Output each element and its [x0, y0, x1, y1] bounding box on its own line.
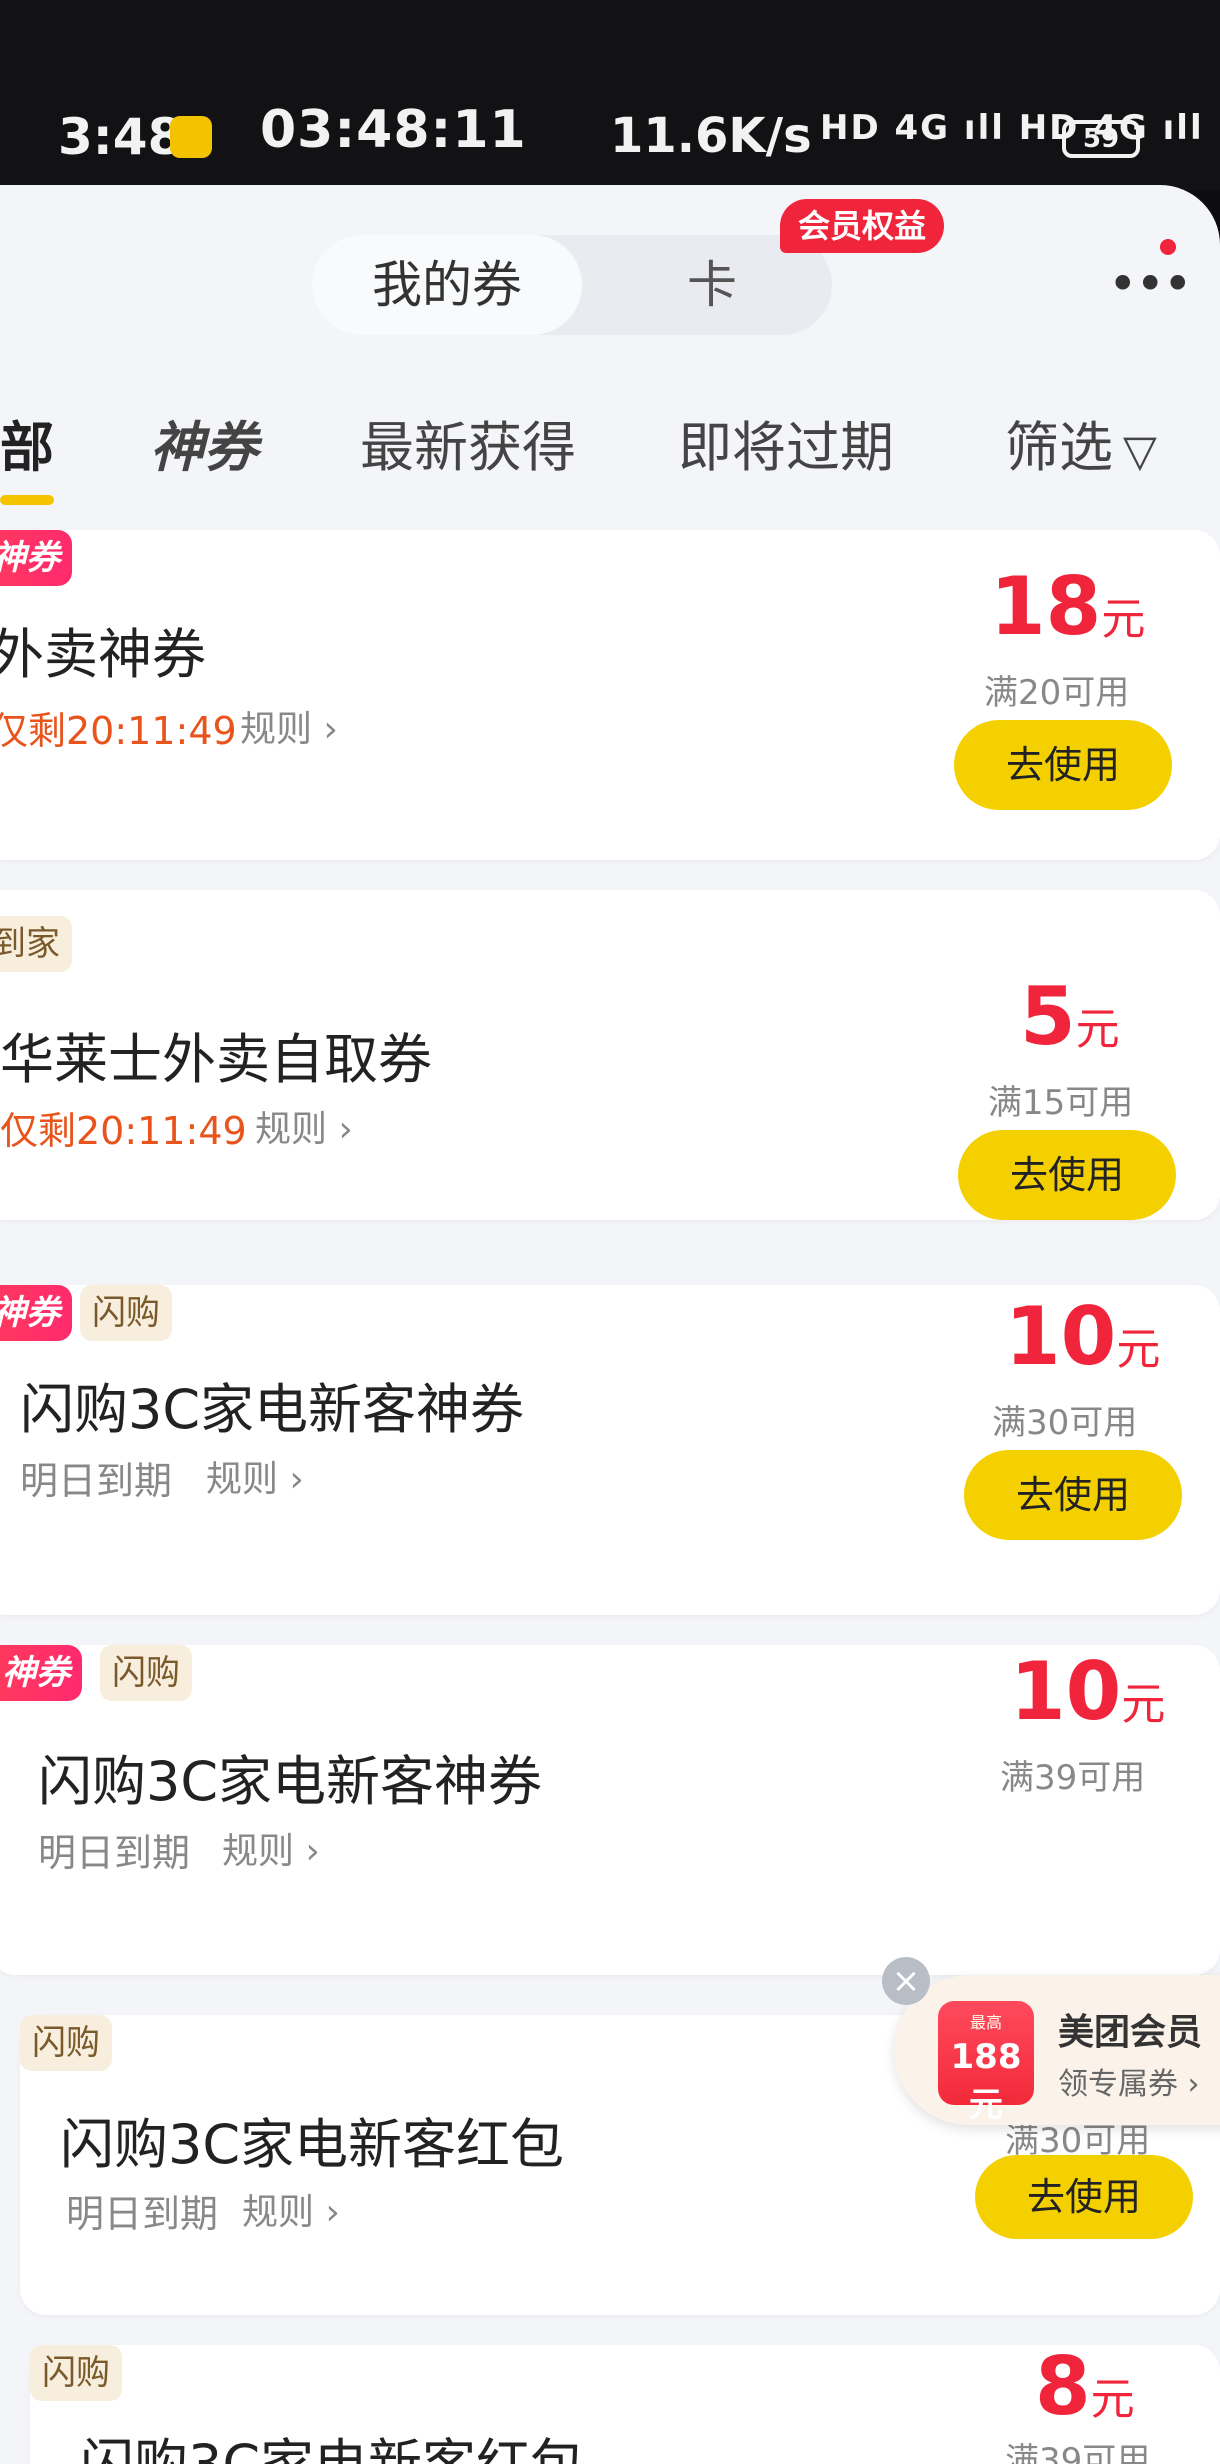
tag-category: 闪购	[80, 1285, 172, 1341]
coupon-card[interactable]: 闪购 闪购3C家电新客红包 8元 满39可用	[30, 2340, 1220, 2464]
coupon-title: 外卖神券	[0, 623, 206, 686]
tab-newest[interactable]: 最新获得	[360, 403, 576, 482]
use-button[interactable]: 去使用	[958, 1130, 1176, 1220]
popup-title: 美团会员	[1058, 2012, 1203, 2053]
coupon-rule-link[interactable]: 规则 ›	[242, 2183, 340, 2235]
status-time: 3:48	[58, 108, 183, 166]
coupon-page: 我的券 卡 会员权益 ••• 全部 神券 最新获得 即将过期 筛选▽ 神券 外卖…	[0, 185, 1220, 2464]
notification-icon	[170, 116, 212, 158]
coupon-rule-link[interactable]: 规则 ›	[222, 1822, 320, 1874]
coupon-amount: 10元	[1005, 1290, 1160, 1383]
amount-unit: 元	[1121, 1679, 1166, 1730]
segment-control: 我的券 卡	[312, 235, 832, 335]
tab-expiring[interactable]: 即将过期	[678, 403, 894, 482]
tab-filter[interactable]: 筛选 ▽	[1005, 403, 1157, 482]
coupon-condition: 满15可用	[988, 1083, 1134, 1123]
amount-value: 10	[1010, 1645, 1122, 1738]
amount-unit: 元	[1090, 2374, 1135, 2425]
filter-tabs: 全部 神券 最新获得 即将过期 筛选▽	[0, 385, 1220, 505]
segment-cards[interactable]: 卡	[642, 235, 782, 335]
coupon-condition: 满39可用	[1005, 2441, 1151, 2464]
tab-filter-label: 筛选	[1005, 416, 1113, 479]
coupon-card[interactable]: 神券 闪购 闪购3C家电新客神券 明日到期 规则 › 10元 满39可用	[0, 1645, 1220, 1975]
coupon-rule-link[interactable]: 规则 ›	[255, 1100, 353, 1152]
more-icon[interactable]: •••	[1108, 255, 1192, 313]
status-bar: 3:48 03:48:11 11.6K/s HD 4G ıll HD 4G ıl…	[0, 0, 1220, 190]
coupon-amount: 5元	[1020, 970, 1120, 1063]
amount-unit: 元	[1075, 1004, 1120, 1055]
coupon-title: 闪购3C家电新客红包	[80, 2420, 584, 2464]
signal-icon: HD 4G ıll HD 4G ıll	[820, 108, 1204, 148]
coupon-condition: 满30可用	[992, 1403, 1138, 1443]
coupon-expiry: 明日到期	[66, 2192, 219, 2236]
status-clock: 03:48:11	[260, 100, 527, 160]
coupon-card[interactable]: 神券 外卖神券 仅剩20:11:49 规则 › 18元 满20可用 去使用	[0, 530, 1220, 860]
filter-icon: ▽	[1123, 426, 1157, 477]
coupon-amount: 8元	[1035, 2340, 1135, 2433]
close-icon[interactable]: ×	[882, 1957, 930, 2005]
tab-underline	[0, 495, 54, 505]
amount-value: 8	[1035, 2340, 1091, 2433]
coupon-card[interactable]: 到家 华莱士外卖自取券 仅剩20:11:49 规则 › 5元 满15可用 去使用	[0, 890, 1220, 1220]
segment-my-coupons[interactable]: 我的券	[312, 235, 582, 335]
amount-value: 18	[990, 560, 1102, 653]
coupon-card[interactable]: 神券 闪购 闪购3C家电新客神券 明日到期 规则 › 10元 满30可用 去使用	[0, 1285, 1220, 1615]
tag-god-coupon: 神券	[0, 530, 72, 586]
tag-category: 闪购	[20, 2015, 112, 2071]
coupon-title: 闪购3C家电新客神券	[38, 1750, 543, 1813]
tag-god-coupon: 神券	[0, 1285, 72, 1341]
tag-god-coupon: 神券	[0, 1645, 82, 1701]
coupon-condition: 满20可用	[984, 673, 1130, 713]
popup-subtitle[interactable]: 领专属券 ›	[1058, 2059, 1200, 2103]
tag-category: 闪购	[30, 2345, 122, 2401]
tag-category: 到家	[0, 916, 72, 972]
notification-dot	[1160, 239, 1176, 255]
tab-all-label: 全部	[0, 416, 54, 479]
network-speed: 11.6K/s	[610, 108, 812, 164]
coupon-expiry: 明日到期	[20, 1459, 173, 1503]
member-promo-popup[interactable]: × 最高 188元 美团会员 领专属券 ›	[882, 1957, 1220, 2125]
coupon-amount: 10元	[1010, 1645, 1165, 1738]
coupon-amount: 18元	[990, 560, 1145, 653]
coupon-rule-link[interactable]: 规则 ›	[206, 1450, 304, 1502]
amount-unit: 元	[1101, 594, 1146, 645]
coupon-gift-image: 最高 188元	[938, 2001, 1034, 2125]
tab-god-coupon[interactable]: 神券	[150, 403, 258, 482]
popup-image-caption: 最高	[969, 2013, 1002, 2032]
battery-icon: 59	[1062, 120, 1140, 158]
coupon-rule-link[interactable]: 规则 ›	[240, 700, 338, 752]
coupon-title: 闪购3C家电新客神券	[20, 1378, 525, 1441]
coupon-countdown: 仅剩20:11:49	[0, 1109, 247, 1153]
amount-value: 5	[1020, 970, 1076, 1063]
coupon-condition: 满39可用	[1000, 1758, 1146, 1798]
tag-category: 闪购	[100, 1645, 192, 1701]
amount-unit: 元	[1116, 1324, 1161, 1375]
use-button[interactable]: 去使用	[964, 1450, 1182, 1540]
use-button[interactable]: 去使用	[975, 2155, 1193, 2239]
coupon-title: 闪购3C家电新客红包	[60, 2113, 565, 2176]
tab-all[interactable]: 全部	[0, 403, 54, 505]
coupon-expiry: 明日到期	[38, 1831, 191, 1875]
coupon-countdown: 仅剩20:11:49	[0, 709, 237, 753]
coupon-title: 华莱士外卖自取券	[0, 1028, 432, 1091]
use-button[interactable]: 去使用	[954, 720, 1172, 810]
amount-value: 10	[1005, 1290, 1117, 1383]
member-benefits-badge[interactable]: 会员权益	[780, 199, 945, 253]
popup-image-value: 188元	[950, 2037, 1022, 2125]
